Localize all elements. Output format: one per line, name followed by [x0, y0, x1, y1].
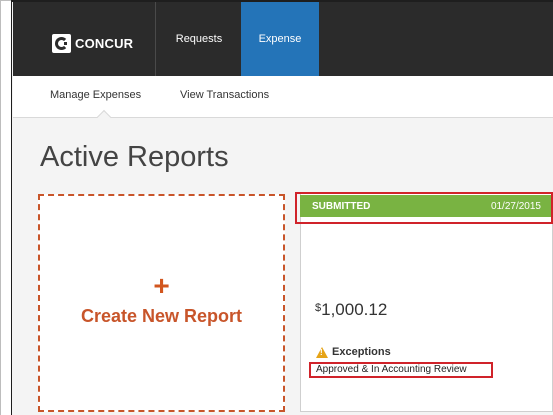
currency-symbol: $ — [315, 302, 322, 314]
create-new-report-label: Create New Report — [80, 306, 243, 326]
plus-icon: + — [153, 270, 170, 301]
warning-icon — [316, 346, 328, 358]
exceptions-row: Exceptions — [316, 346, 391, 358]
nav-tab-expense[interactable]: Expense — [241, 2, 319, 76]
sub-nav-bar: Manage Expenses View Transactions — [13, 76, 553, 125]
amount-value: 1,000.12 — [321, 300, 388, 319]
subnav-view-transactions[interactable]: View Transactions — [180, 89, 269, 101]
concur-logo[interactable]: CONCUR — [52, 32, 133, 54]
nav-divider — [155, 2, 156, 76]
subnav-manage-expenses[interactable]: Manage Expenses — [50, 89, 141, 101]
create-new-report-tile[interactable]: + Create New Report — [38, 194, 285, 412]
report-amount: $1,000.12 — [315, 300, 387, 320]
nav-tab-requests[interactable]: Requests — [158, 2, 240, 76]
approval-status: Approved & In Accounting Review — [309, 362, 493, 378]
concur-logo-icon — [52, 33, 71, 53]
page-title: Active Reports — [40, 141, 229, 173]
logo-text: CONCUR — [75, 35, 134, 51]
status-highlight-box — [295, 192, 553, 224]
exceptions-label: Exceptions — [332, 346, 391, 358]
